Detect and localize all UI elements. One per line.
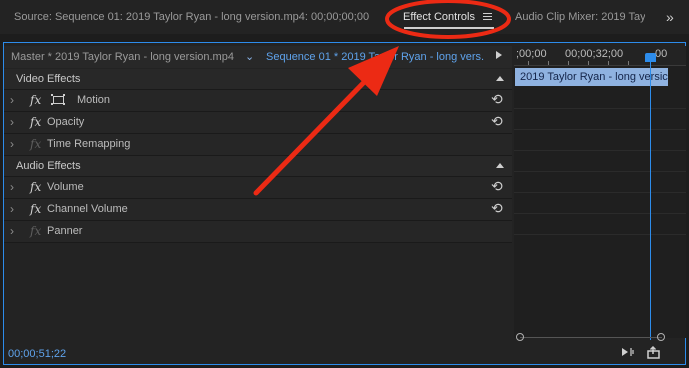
audio-effects-header[interactable]: Audio Effects [4,155,512,176]
clip-bar[interactable]: 2019 Taylor Ryan - long versic [515,68,668,86]
transform-handle [51,103,53,105]
effects-list: Video Effects › fx Motion ⟲ › fx Opacity… [4,69,512,243]
master-clip-label[interactable]: Master * 2019 Taylor Ryan - long version… [11,46,234,68]
zoom-handle-left[interactable] [516,333,524,341]
fx-toggle-icon[interactable]: fx [30,199,41,219]
transform-handle [51,94,53,96]
effect-label: Panner [47,225,83,237]
effect-row-volume[interactable]: › fx Volume ⟲ [4,176,512,198]
current-timecode[interactable]: 00;00;51;22 [8,348,66,360]
reset-icon[interactable]: ⟲ [491,198,503,218]
timeline-row-divider [514,129,686,130]
ruler-start-label: ;00;00 [516,48,547,60]
timeline-row-divider [514,213,686,214]
ruler-tick [528,61,529,65]
timeline-row-divider [514,192,686,193]
timeline-row-divider [514,234,686,235]
fx-toggle-icon[interactable]: fx [30,90,41,110]
ruler-tick [548,61,549,65]
chevron-down-icon[interactable]: ⌄ [245,46,254,68]
ruler-end-label: 00 [655,48,668,60]
ruler-tick [568,61,569,65]
ruler-tick [628,61,629,65]
effect-row-panner[interactable]: › fx Panner [4,220,512,243]
reset-icon[interactable]: ⟲ [491,111,503,131]
zoom-handle-right[interactable] [657,333,665,341]
play-audio-icon[interactable] [620,345,638,359]
active-tab-underline [404,27,494,29]
effect-row-channel-volume[interactable]: › fx Channel Volume ⟲ [4,198,512,220]
collapse-up-icon[interactable] [496,163,504,168]
timeline-row-divider [514,150,686,151]
sequence-clip-label[interactable]: Sequence 01 * 2019 Taylor Ryan - long ve… [266,46,484,68]
fx-toggle-icon: fx [30,224,42,238]
expand-chevron-icon[interactable]: › [10,134,14,154]
zoom-scrollbar-track[interactable] [520,337,662,338]
ruler-tick [608,61,609,65]
expand-chevron-icon[interactable]: › [10,177,14,197]
expand-chevron-icon[interactable]: › [10,199,14,219]
double-chevron-right-icon[interactable]: » [666,8,684,26]
transform-handle [63,103,65,105]
timeline-row-divider [514,171,686,172]
tab-source[interactable]: Source: Sequence 01: 2019 Taylor Ryan - … [14,0,369,34]
video-effects-header[interactable]: Video Effects [4,69,512,89]
playhead-line [650,58,651,340]
reset-icon[interactable]: ⟲ [491,89,503,109]
expand-chevron-icon[interactable]: › [10,112,14,132]
video-effects-label: Video Effects [16,73,81,85]
fx-toggle-icon: fx [30,137,42,151]
transform-handle [63,94,65,96]
effect-row-motion[interactable]: › fx Motion ⟲ [4,89,512,111]
reset-icon[interactable]: ⟲ [491,176,503,196]
fx-toggle-icon[interactable]: fx [30,112,41,132]
collapse-up-icon[interactable] [496,76,504,81]
ruler-mid-label: 00;00;32;00 [565,48,624,60]
effect-row-opacity[interactable]: › fx Opacity ⟲ [4,111,512,133]
expand-chevron-icon[interactable]: › [10,90,14,110]
timeline-row-divider [514,108,686,109]
audio-effects-label: Audio Effects [16,160,81,172]
effect-row-time-remapping[interactable]: › fx Time Remapping [4,133,512,155]
effect-label: Channel Volume [47,203,128,215]
hamburger-icon[interactable] [483,13,492,21]
ruler-tick [588,61,589,65]
effect-label: Volume [47,181,84,193]
expand-chevron-icon[interactable]: › [10,221,14,241]
fx-toggle-icon[interactable]: fx [30,177,41,197]
effect-label: Motion [77,94,111,106]
tab-audio-clip-mixer[interactable]: Audio Clip Mixer: 2019 Tay [515,0,645,34]
effect-label: Opacity [47,116,85,128]
playhead-handle[interactable] [645,53,656,62]
effect-label: Time Remapping [47,138,131,150]
export-icon[interactable] [646,345,662,359]
play-icon[interactable] [496,51,502,59]
